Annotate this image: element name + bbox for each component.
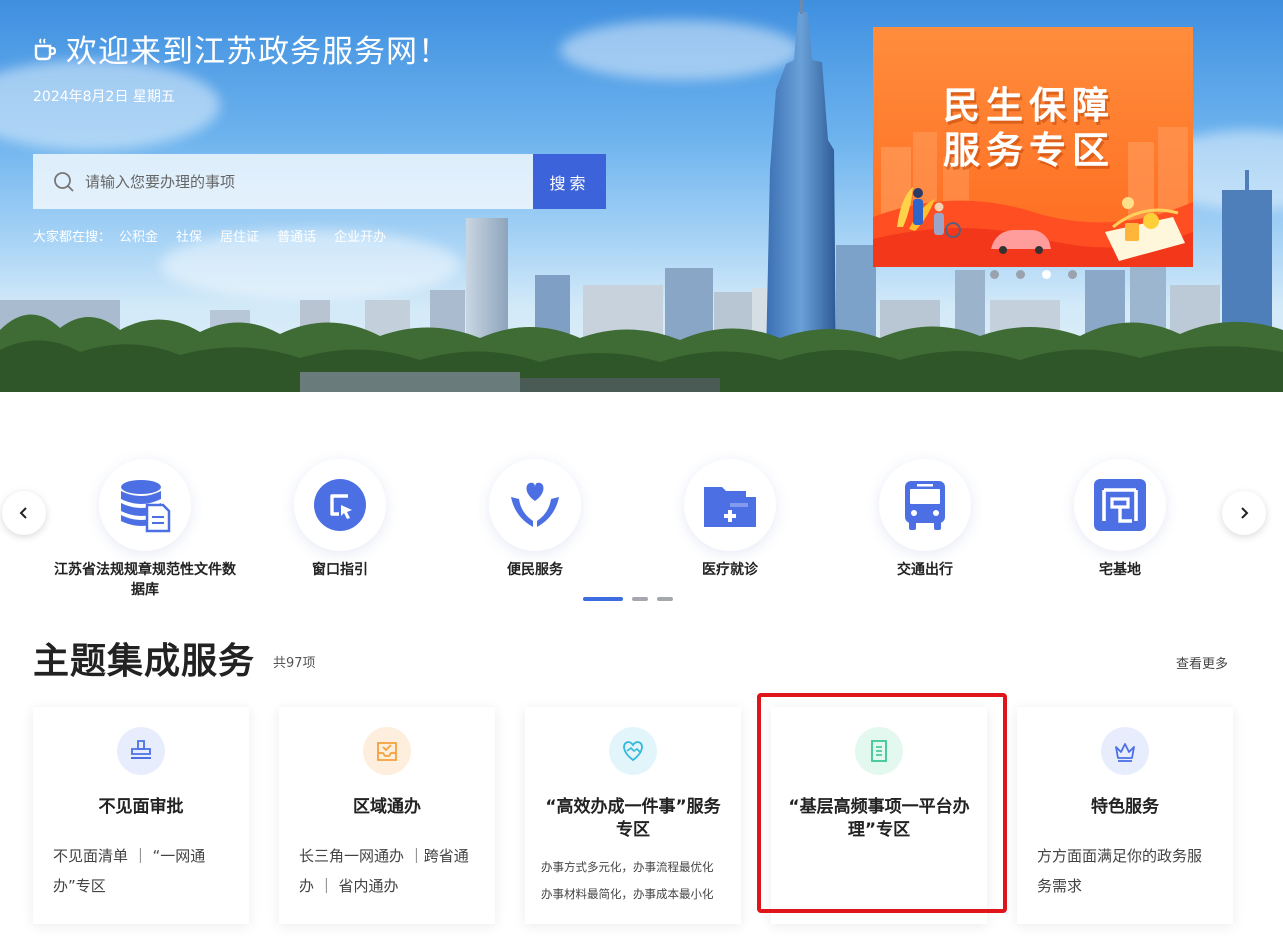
- banner-dot-active[interactable]: [1042, 270, 1051, 279]
- banner-title: 民生保障 服务专区: [943, 83, 1143, 173]
- card-description: 方方面面满足你的政务服务需求: [1037, 847, 1203, 895]
- hot-search-link[interactable]: 公积金: [119, 226, 158, 245]
- card-title: 不见面审批: [98, 797, 184, 817]
- card-description-line: 办事方式多元化，办事流程最优化: [541, 860, 714, 874]
- service-icon-circle: [684, 459, 776, 551]
- view-more-link[interactable]: 查看更多: [1176, 653, 1228, 672]
- service-icon-circle: [294, 459, 386, 551]
- theme-card-regional[interactable]: 区域通办 长三角一网通办 ｜跨省通办 ｜ 省内通办: [279, 707, 495, 924]
- section-title: 主题集成服务: [33, 641, 256, 682]
- service-icon-circle: [879, 459, 971, 551]
- window-guide-icon: [314, 479, 366, 531]
- service-item-homestead[interactable]: 宅基地: [1020, 459, 1220, 580]
- stamp-icon: [131, 740, 151, 759]
- welcome-text: 欢迎来到江苏政务服务网！: [66, 34, 450, 70]
- search-icon: [54, 171, 74, 192]
- pager-bar[interactable]: [657, 597, 673, 601]
- carousel-next-button[interactable]: [1222, 491, 1266, 535]
- heart-hands-icon: [511, 482, 559, 527]
- hot-search-label: 大家都在搜：: [33, 230, 112, 245]
- hot-search-link[interactable]: 普通话: [277, 226, 316, 245]
- service-carousel-pagination: [583, 597, 673, 601]
- hero-banner: 欢迎来到江苏政务服务网！ 2024年8月2日 星期五 搜索 大家都在搜： 公积金…: [0, 0, 1283, 392]
- card-title: “高效办成一件事”服务专区: [545, 797, 721, 840]
- search-bar: [33, 154, 533, 209]
- medical-folder-icon: [704, 487, 756, 527]
- theme-card-no-meeting-approval[interactable]: 不见面审批 不见面清单 ｜ “一网通办”专区: [33, 707, 249, 924]
- service-label: 窗口指引: [312, 562, 368, 578]
- card-icon-circle: [609, 727, 657, 775]
- chevron-right-icon: [1241, 507, 1249, 519]
- service-label: 医疗就诊: [702, 562, 758, 578]
- service-item-regulations[interactable]: 江苏省法规规章规范性文件数据库: [45, 459, 245, 600]
- inbox-check-icon: [377, 742, 397, 761]
- banner-dot[interactable]: [1068, 270, 1077, 279]
- crown-icon: [1115, 743, 1135, 762]
- service-item-transport[interactable]: 交通出行: [825, 459, 1025, 580]
- pager-bar[interactable]: [632, 597, 648, 601]
- theme-card-efficient-one-thing[interactable]: “高效办成一件事”服务专区 办事方式多元化，办事流程最优化 办事材料最简化，办事…: [525, 707, 741, 924]
- welcome-heading: 欢迎来到江苏政务服务网！: [32, 26, 450, 71]
- card-description: 不见面清单 ｜ “一网通办”专区: [53, 847, 206, 895]
- service-item-convenience[interactable]: 便民服务: [435, 459, 635, 580]
- service-icon-circle: [489, 459, 581, 551]
- hot-search-link[interactable]: 社保: [176, 226, 202, 245]
- banner-dot[interactable]: [990, 270, 999, 279]
- homestead-icon: [1094, 479, 1146, 531]
- handshake-heart-icon: [623, 741, 643, 762]
- service-icon-circle: [99, 459, 191, 551]
- banner-title-line: 服务专区: [943, 129, 1115, 172]
- coffee-cup-icon: [34, 37, 57, 60]
- card-description: 长三角一网通办 ｜跨省通办 ｜ 省内通办: [299, 847, 469, 895]
- service-icon-circle: [1074, 459, 1166, 551]
- banner-dot[interactable]: [1016, 270, 1025, 279]
- card-title: 特色服务: [1091, 797, 1159, 817]
- hot-searches: 大家都在搜： 公积金 社保 居住证 普通话 企业开办: [33, 226, 386, 245]
- search-button[interactable]: 搜索: [533, 154, 606, 209]
- theme-card-featured[interactable]: 特色服务 方方面面满足你的政务服务需求: [1017, 707, 1233, 924]
- banner-title-line: 民生保障: [943, 84, 1115, 127]
- card-title: 区域通办: [353, 797, 421, 817]
- section-count: 共97项: [273, 656, 316, 671]
- banner-pagination: [990, 270, 1077, 279]
- service-label: 便民服务: [507, 562, 563, 578]
- pager-bar-active[interactable]: [583, 597, 623, 601]
- service-label: 宅基地: [1099, 562, 1141, 578]
- search-input[interactable]: [85, 172, 505, 191]
- service-label: 交通出行: [897, 562, 953, 578]
- carousel-prev-button[interactable]: [2, 491, 46, 535]
- service-item-medical[interactable]: 医疗就诊: [630, 459, 830, 580]
- hot-search-link[interactable]: 居住证: [220, 226, 259, 245]
- card-title: “基层高频事项一平台办理”专区: [788, 797, 970, 840]
- chevron-left-icon: [19, 507, 27, 519]
- hot-search-link[interactable]: 企业开办: [334, 226, 386, 245]
- card-icon-circle: [1101, 727, 1149, 775]
- card-icon-circle: [117, 727, 165, 775]
- bus-icon: [905, 481, 945, 530]
- document-list-icon: [871, 740, 887, 762]
- card-icon-circle: [855, 727, 903, 775]
- service-item-window-guide[interactable]: 窗口指引: [240, 459, 440, 580]
- promo-banner[interactable]: 民生保障 服务专区: [873, 27, 1193, 267]
- current-date: 2024年8月2日 星期五: [33, 89, 175, 105]
- theme-card-grassroots-platform[interactable]: “基层高频事项一平台办理”专区: [771, 707, 987, 924]
- card-icon-circle: [363, 727, 411, 775]
- card-description: 办事方式多元化，办事流程最优化 办事材料最简化，办事成本最小化: [525, 854, 741, 908]
- database-document-icon: [121, 480, 171, 533]
- card-description-line: 办事材料最简化，办事成本最小化: [541, 887, 714, 901]
- service-label: 江苏省法规规章规范性文件数据库: [54, 562, 236, 598]
